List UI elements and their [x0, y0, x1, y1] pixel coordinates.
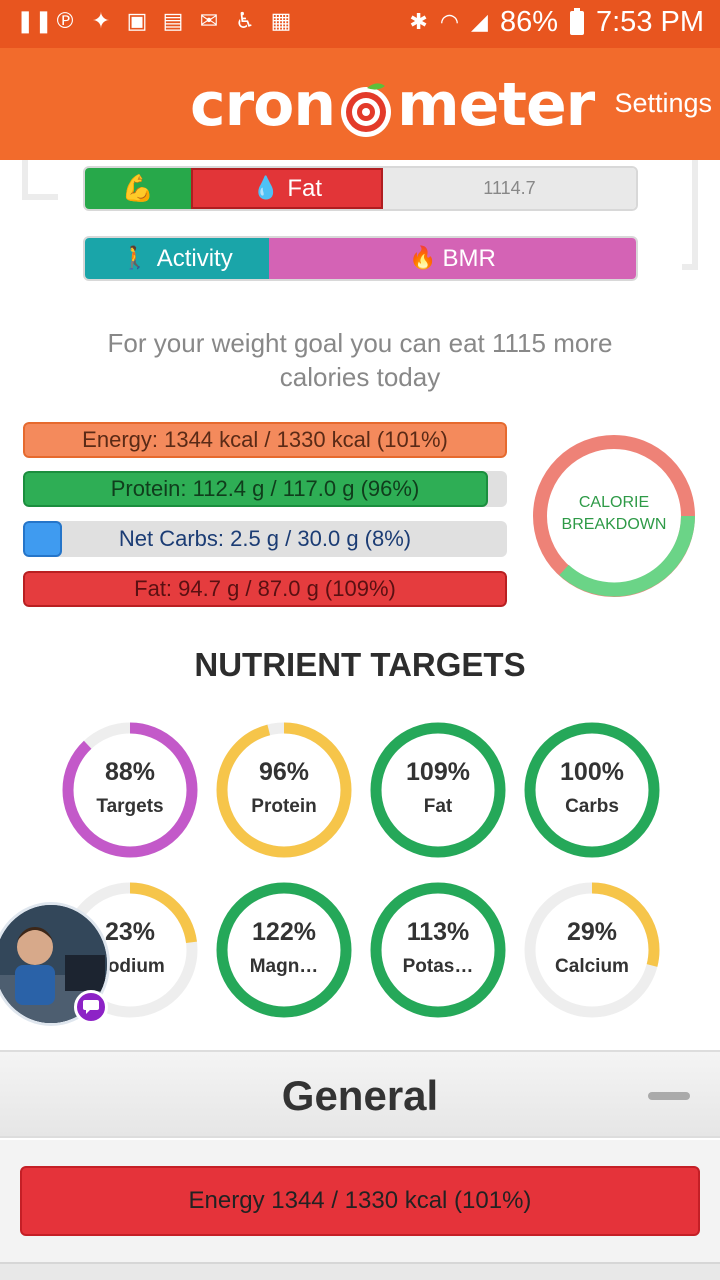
fat-segment[interactable]: 💧 Fat — [191, 168, 383, 209]
ring-name: Potas… — [402, 956, 474, 977]
gmail-icon: ✉ — [199, 9, 219, 34]
next-section-edge — [0, 1262, 720, 1280]
ring-graphic — [524, 882, 660, 1018]
general-title: General — [281, 1072, 439, 1119]
ring-percent: 29% — [566, 918, 618, 946]
ring-graphic — [216, 882, 352, 1018]
nutrient-ring-magn[interactable]: 122% Magn… — [214, 880, 354, 1020]
pinterest-icon: ℗ — [54, 9, 76, 34]
expenditure-bar[interactable]: 🚶 Activity 🔥 BMR — [83, 236, 638, 281]
status-bar: ❚❚ ℗ ✦ ▣ ▤ ✉ ♿ ▦ ✱ ◠ ◢ 86% 7:53 PM — [0, 0, 720, 48]
net-carbs-bar[interactable]: Net Carbs: 2.5 g / 30.0 g (8%) — [23, 521, 507, 557]
pause-icon: ❚❚ — [16, 9, 53, 34]
ring-graphic — [216, 722, 352, 858]
general-energy-label: Energy 1344 / 1330 kcal (101%) — [188, 1187, 532, 1214]
frame-corner-left — [22, 160, 58, 200]
activity-label: Activity — [156, 244, 233, 272]
nutrient-ring-protein[interactable]: 96% Protein — [214, 720, 354, 860]
droplet-icon: 💧 — [251, 176, 280, 201]
credit-karma-icon: ▣ — [126, 9, 148, 34]
accessibility-icon: ♿ — [235, 9, 255, 34]
remaining-value: 1114.7 — [483, 178, 536, 198]
signal-icon: ◢ — [471, 10, 488, 35]
burned-breakdown-bar[interactable]: 💪 💧 Fat 1114.7 — [83, 166, 638, 211]
nutrient-targets-title: NUTRIENT TARGETS — [194, 646, 526, 683]
bmr-label: BMR — [442, 244, 496, 272]
ring-percent: 96% — [258, 758, 310, 786]
ring-name: Fat — [423, 796, 453, 817]
goal-message: For your weight goal you can eat 1115 mo… — [107, 328, 613, 392]
nutrient-ring-potas[interactable]: 113% Potas… — [368, 880, 508, 1020]
energy-bar[interactable]: Energy: 1344 kcal / 1330 kcal (101%) — [23, 422, 507, 458]
nutrient-ring-calcium[interactable]: 29% Calcium — [522, 880, 662, 1020]
ring-name: Targets — [96, 796, 164, 817]
net-carbs-bar-label: Net Carbs: 2.5 g / 30.0 g (8%) — [118, 526, 412, 551]
ring-graphic — [62, 722, 198, 858]
battery-level: 86% — [499, 6, 558, 38]
cronometer-logo: cron meter — [190, 70, 595, 140]
wifi-icon: ◠ — [439, 10, 460, 35]
clock: 7:53 PM — [596, 6, 704, 38]
ring-percent: 122% — [252, 918, 316, 946]
remaining-segment[interactable]: 1114.7 — [383, 168, 636, 209]
logo-text-left: cron — [190, 70, 336, 140]
notification-icons: ❚❚ ℗ ✦ ▣ ▤ ✉ ♿ ▦ — [16, 9, 294, 35]
ring-graphic — [370, 882, 506, 1018]
person-icon: 🚶 — [121, 246, 149, 271]
protein-bar[interactable]: Protein: 112.4 g / 117.0 g (96%) — [23, 471, 507, 507]
general-energy-bar[interactable]: Energy 1344 / 1330 kcal (101%) — [20, 1166, 700, 1236]
ring-percent: 109% — [406, 758, 470, 786]
calendar-icon: ▦ — [270, 9, 292, 34]
flame-icon: 🔥 — [409, 246, 437, 271]
fat-bar-label: Fat: 94.7 g / 87.0 g (109%) — [134, 576, 396, 601]
flexed-arm-icon: 💪 — [121, 173, 155, 204]
ring-name: Carbs — [565, 796, 619, 817]
fat-segment-label: Fat — [287, 174, 323, 202]
calorie-breakdown-line2: BREAKDOWN — [561, 516, 667, 533]
calorie-breakdown-label: CALORIE BREAKDOWN — [528, 492, 700, 536]
ring-graphic — [524, 722, 660, 858]
bluetooth-icon: ✱ — [409, 10, 428, 35]
ring-name: Calcium — [555, 956, 629, 977]
bmr-segment[interactable]: 🔥 BMR — [269, 238, 636, 279]
system-status: ✱ ◠ ◢ 86% 7:53 PM — [409, 6, 704, 39]
ring-percent: 100% — [560, 758, 624, 786]
exercise-segment[interactable]: 💪 — [85, 168, 191, 209]
energy-bar-label: Energy: 1344 kcal / 1330 kcal (101%) — [82, 427, 448, 452]
ring-name: Magn… — [249, 956, 319, 977]
logo-text-right: meter — [397, 70, 595, 140]
ring-name: Protein — [251, 796, 317, 817]
settings-button[interactable]: Settings — [614, 88, 712, 119]
collapse-minus-icon[interactable] — [648, 1092, 690, 1100]
protein-bar-label: Protein: 112.4 g / 117.0 g (96%) — [110, 476, 420, 501]
ring-percent: 113% — [406, 918, 470, 946]
flipboard-icon: ▤ — [162, 9, 184, 34]
chat-badge-icon[interactable] — [74, 990, 108, 1024]
twitter-icon: ✦ — [91, 9, 111, 34]
frame-corner-right — [682, 160, 698, 270]
activity-segment[interactable]: 🚶 Activity — [85, 238, 269, 279]
ring-graphic — [370, 722, 506, 858]
nutrient-ring-carbs[interactable]: 100% Carbs — [522, 720, 662, 860]
nutrient-ring-fat[interactable]: 109% Fat — [368, 720, 508, 860]
fat-bar[interactable]: Fat: 94.7 g / 87.0 g (109%) — [23, 571, 507, 607]
calorie-breakdown-line1: CALORIE — [578, 494, 650, 511]
ring-percent: 88% — [104, 758, 156, 786]
battery-icon — [570, 7, 584, 35]
general-section-header[interactable]: General — [0, 1050, 720, 1138]
app-header: cron meter Settings — [0, 48, 720, 160]
apple-target-icon — [337, 80, 395, 138]
nutrient-ring-targets[interactable]: 88% Targets — [60, 720, 200, 860]
